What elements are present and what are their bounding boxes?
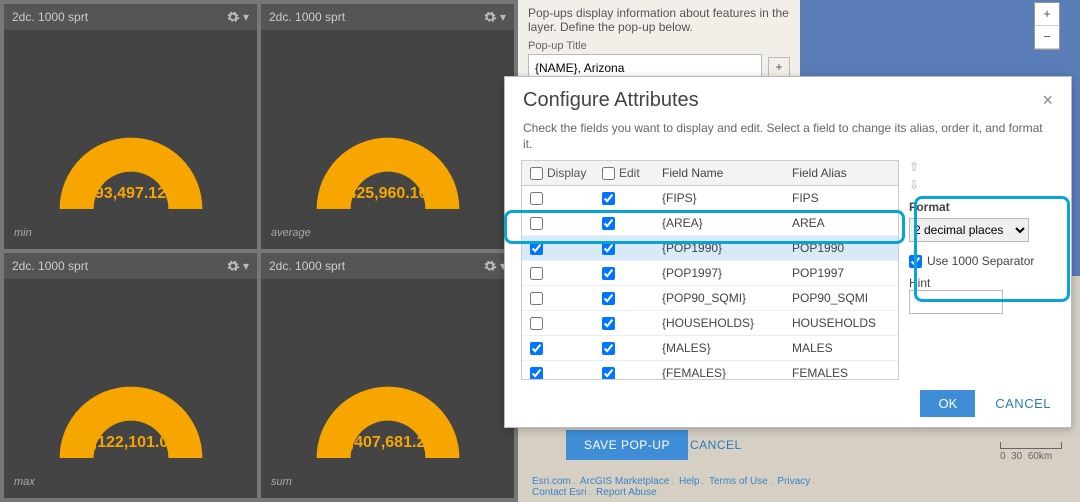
field-alias: FIPS [792,191,898,205]
card-stat-label: max [14,476,35,488]
gear-icon[interactable]: ▾ [483,259,506,273]
table-row[interactable]: {HOUSEHOLDS} HOUSEHOLDS [522,311,898,336]
card-title: 2dc. 1000 sprt [12,10,88,24]
dialog-description: Check the fields you want to display and… [505,116,1071,160]
edit-checkbox[interactable] [602,292,615,305]
edit-checkbox[interactable] [602,267,615,280]
display-checkbox[interactable] [530,317,543,330]
table-row[interactable]: {POP1997} POP1997 [522,261,898,286]
field-alias: HOUSEHOLDS [792,316,898,330]
field-alias: AREA [792,216,898,230]
display-checkbox[interactable] [530,217,543,230]
card-title: 2dc. 1000 sprt [269,10,345,24]
field-name: {FEMALES} [662,366,792,379]
hint-label: Hint [909,276,1051,290]
link-help[interactable]: Help [679,476,700,487]
gauge-value: 2,122,101.00 [46,434,216,452]
gear-icon[interactable]: ▾ [483,10,506,24]
table-row[interactable]: {FEMALES} FEMALES [522,361,898,379]
cancel-button[interactable]: CANCEL [995,396,1051,411]
use-1000-separator-label: Use 1000 Separator [927,254,1034,268]
header-display: Display [547,166,586,180]
link-terms[interactable]: Terms of Use [709,476,768,487]
display-checkbox[interactable] [530,367,543,379]
field-name: {AREA} [662,216,792,230]
close-icon[interactable]: × [1042,90,1053,111]
gear-icon[interactable]: ▾ [226,259,249,273]
gauge-value: 3,407,681.25 [303,434,473,452]
format-label: Format [909,200,1051,214]
field-alias: POP90_SQMI [792,291,898,305]
table-row[interactable]: {AREA} AREA [522,211,898,236]
field-alias: POP1997 [792,266,898,280]
display-checkbox[interactable] [530,292,543,305]
display-all-checkbox[interactable] [530,167,543,180]
gauge-value: 425,960.16 [303,185,473,203]
field-alias: FEMALES [792,366,898,379]
save-popup-button[interactable]: SAVE POP-UP [566,430,688,460]
field-name: {MALES} [662,341,792,355]
footer-links: Esri.com. ArcGIS Marketplace. Help. Term… [532,476,817,498]
configure-attributes-dialog: Configure Attributes × Check the fields … [504,76,1072,428]
gauge-value: 93,497.12 [46,185,216,203]
popup-title-label: Pop-up Title [528,40,790,52]
dialog-title: Configure Attributes [523,89,699,112]
move-up-icon[interactable]: ⇧ [909,160,1051,174]
field-alias: POP1990 [792,241,898,255]
table-row[interactable]: {POP1990} POP1990 [522,236,898,261]
use-1000-separator-checkbox[interactable] [909,255,922,268]
field-alias: MALES [792,341,898,355]
display-checkbox[interactable] [530,342,543,355]
edit-checkbox[interactable] [602,192,615,205]
edit-checkbox[interactable] [602,217,615,230]
header-field-alias: Field Alias [792,166,898,180]
cancel-popup-link[interactable]: CANCEL [690,438,742,452]
scale-bar: 0 30 60km [1000,442,1062,462]
display-checkbox[interactable] [530,192,543,205]
gear-icon[interactable]: ▾ [226,10,249,24]
edit-checkbox[interactable] [602,242,615,255]
table-row[interactable]: {FIPS} FIPS [522,186,898,211]
edit-checkbox[interactable] [602,367,615,379]
edit-checkbox[interactable] [602,317,615,330]
link-contact[interactable]: Contact Esri [532,487,586,498]
move-down-icon[interactable]: ⇩ [909,178,1051,192]
zoom-out[interactable]: − [1035,26,1059,49]
card-stat-label: sum [271,476,292,488]
zoom-in[interactable]: + [1035,3,1059,26]
field-name: {FIPS} [662,191,792,205]
display-checkbox[interactable] [530,242,543,255]
format-select[interactable]: 2 decimal places [909,218,1029,242]
hint-input[interactable] [909,290,1003,314]
field-name: {POP90_SQMI} [662,291,792,305]
display-checkbox[interactable] [530,267,543,280]
card-title: 2dc. 1000 sprt [269,259,345,273]
header-edit: Edit [619,166,640,180]
field-name: {HOUSEHOLDS} [662,316,792,330]
card-stat-label: min [14,227,32,239]
link-privacy[interactable]: Privacy [777,476,810,487]
header-field-name: Field Name [662,166,792,180]
link-report[interactable]: Report Abuse [596,487,657,498]
popup-hint: Pop-ups display information about featur… [528,6,790,34]
table-row[interactable]: {MALES} MALES [522,336,898,361]
card-title: 2dc. 1000 sprt [12,259,88,273]
edit-checkbox[interactable] [602,342,615,355]
card-stat-label: average [271,227,311,239]
field-name: {POP1997} [662,266,792,280]
edit-all-checkbox[interactable] [602,167,615,180]
ok-button[interactable]: OK [920,390,975,417]
link-marketplace[interactable]: ArcGIS Marketplace [580,476,669,487]
field-name: {POP1990} [662,241,792,255]
link-esri[interactable]: Esri.com [532,476,571,487]
table-row[interactable]: {POP90_SQMI} POP90_SQMI [522,286,898,311]
